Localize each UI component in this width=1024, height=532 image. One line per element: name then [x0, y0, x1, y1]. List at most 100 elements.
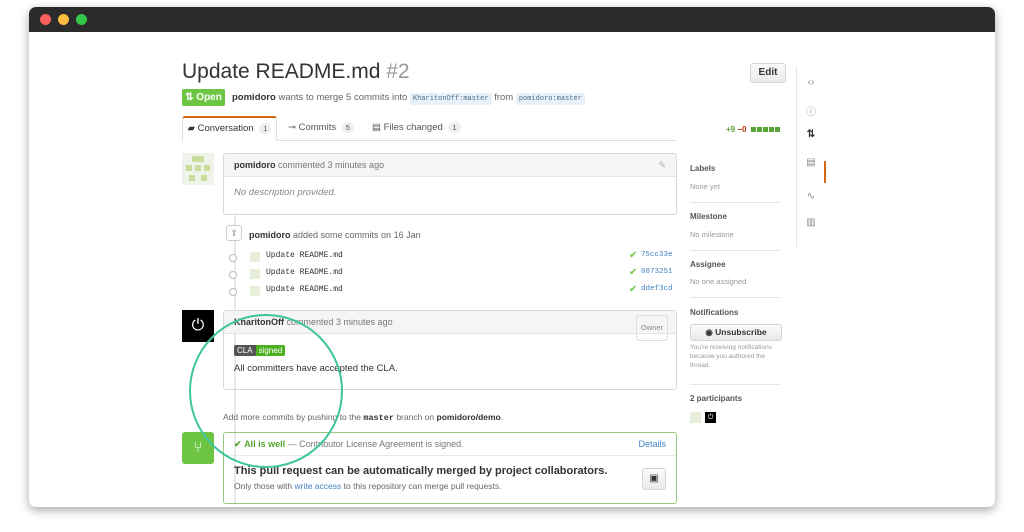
labels-value: None yet — [690, 182, 721, 191]
unsubscribe-label: Unsubscribe — [715, 327, 767, 337]
maximize-window-button[interactable] — [76, 14, 87, 25]
commit-icon: ⊸ — [288, 122, 296, 133]
avatar-pixel — [186, 165, 192, 171]
tab-commits[interactable]: ⊸ Commits 5 — [288, 116, 354, 140]
pr-meta: pomidoro wants to merge 5 commits into K… — [232, 92, 585, 105]
comment-header: pomidoro commented 3 minutes ago ✎ — [224, 154, 676, 177]
commit-sha[interactable]: 75cc33e — [641, 251, 673, 259]
sub-prefix: Only those with — [234, 481, 293, 491]
assignee-title[interactable]: Assignee — [690, 260, 726, 269]
diffstat-block — [768, 127, 774, 133]
minimize-window-button[interactable] — [58, 14, 69, 25]
diffstat: +9 −0 — [726, 125, 781, 134]
commit-sha[interactable]: 0873251 — [641, 268, 673, 276]
tab-label: Files changed — [383, 122, 443, 133]
avatar-pixel — [204, 165, 210, 171]
pull-request-icon[interactable]: ⇅ — [797, 129, 825, 140]
tab-conversation[interactable]: ▰ Conversation 1 — [182, 116, 277, 141]
open-in-desktop-button[interactable]: ▣ — [642, 468, 666, 490]
deletions-count: −0 — [737, 125, 747, 134]
participants-title: 2 participants — [690, 394, 743, 403]
milestone-title[interactable]: Milestone — [690, 212, 727, 221]
participant-avatar[interactable] — [690, 412, 701, 423]
tab-count: 5 — [341, 122, 354, 133]
pull-request-icon: ⇅ — [185, 92, 194, 103]
power-icon: ⏻ — [191, 317, 205, 334]
avatar[interactable] — [250, 252, 260, 262]
sub-suffix: to this repository can merge pull reques… — [343, 481, 502, 491]
merge-subtext: Only those with write access to this rep… — [234, 481, 501, 491]
merge-text: wants to merge 5 commits into — [278, 92, 408, 103]
details-link[interactable]: Details — [638, 433, 666, 455]
conversation-icon: ▰ — [187, 123, 195, 134]
issues-icon[interactable]: ⓘ — [797, 103, 825, 118]
divider — [690, 202, 780, 203]
pencil-icon[interactable]: ✎ — [658, 154, 666, 176]
help-branch: master — [363, 413, 394, 423]
help-suffix: . — [500, 412, 504, 422]
merge-title: This pull request can be automatically m… — [234, 465, 608, 477]
page-title: Update README.md #2 — [182, 60, 410, 84]
divider — [690, 250, 780, 251]
owner-badge: Owner — [635, 315, 668, 341]
tab-label: Commits — [298, 122, 337, 133]
unsubscribe-button[interactable]: ◉ Unsubscribe — [690, 324, 782, 341]
file-diff-icon: ▤ — [372, 122, 381, 133]
diffstat-block — [762, 127, 768, 133]
from-text: from — [494, 92, 514, 103]
comment-time[interactable]: commented 3 minutes ago — [278, 160, 384, 170]
avatar-pixel — [195, 165, 201, 171]
title-bar — [29, 7, 995, 32]
avatar-pixel — [192, 156, 204, 162]
repo-nav-rail: ‹› ⓘ ⇅ ▤ ∿ ▥ — [796, 67, 827, 247]
code-icon[interactable]: ‹› — [797, 77, 825, 88]
state-badge: ⇅ Open — [182, 89, 225, 106]
tab-label: Conversation — [197, 123, 254, 134]
labels-title[interactable]: Labels — [690, 164, 715, 173]
edit-button[interactable]: Edit — [750, 63, 786, 83]
graphs-icon[interactable]: ▥ — [797, 217, 825, 228]
commits-header: pomidoro added some commits on 16 Jan — [249, 230, 421, 240]
participant-avatar[interactable]: ⏻ — [705, 412, 716, 423]
repo-push-icon: ⇪ — [226, 225, 242, 241]
close-window-button[interactable] — [40, 14, 51, 25]
base-branch: KharitonOff:master — [409, 93, 492, 105]
highlight-circle — [189, 314, 343, 468]
pr-number: #2 — [386, 60, 410, 83]
state-label: Open — [196, 92, 222, 103]
check-icon[interactable]: ✔ — [629, 284, 637, 295]
tab-count: 1 — [259, 123, 272, 134]
pr-tabs: ▰ Conversation 1 ⊸ Commits 5 ▤ Files cha… — [182, 116, 676, 141]
avatar[interactable] — [182, 153, 214, 185]
commit-sha[interactable]: ddef3cd — [641, 285, 673, 293]
pr-author-link[interactable]: pomidoro — [232, 92, 276, 103]
commits-author[interactable]: pomidoro — [249, 230, 291, 240]
wiki-icon[interactable]: ▤ — [797, 157, 825, 168]
commit-message[interactable]: Update README.md — [266, 251, 343, 260]
milestone-value: No milestone — [690, 230, 734, 239]
comment-author[interactable]: pomidoro — [234, 160, 276, 170]
divider — [690, 297, 780, 298]
commit-message[interactable]: Update README.md — [266, 285, 343, 294]
check-icon[interactable]: ✔ — [629, 250, 637, 261]
commits-text: added some commits on 16 Jan — [293, 230, 421, 240]
diffstat-block — [750, 127, 756, 133]
diffstat-block — [756, 127, 762, 133]
avatar-pixel — [189, 175, 195, 181]
avatar[interactable] — [250, 286, 260, 296]
avatar[interactable] — [250, 269, 260, 279]
desktop-icon: ▣ — [649, 473, 659, 484]
commit-node-icon — [229, 254, 237, 262]
check-icon[interactable]: ✔ — [629, 267, 637, 278]
eye-icon: ◉ — [705, 327, 713, 337]
tab-files-changed[interactable]: ▤ Files changed 1 — [372, 116, 461, 140]
divider — [690, 384, 780, 385]
pulse-icon[interactable]: ∿ — [797, 191, 825, 202]
write-access-link[interactable]: write access — [295, 481, 342, 491]
commit-row: Update README.md ✔ 0873251 — [229, 267, 674, 283]
comment-body: No description provided. — [234, 187, 337, 198]
commit-node-icon — [229, 288, 237, 296]
help-repo-link[interactable]: pomidoro/demo — [437, 412, 501, 422]
commit-message[interactable]: Update README.md — [266, 268, 343, 277]
browser-window: Update README.md #2 Edit ⇅ Open pomidoro… — [29, 7, 995, 507]
